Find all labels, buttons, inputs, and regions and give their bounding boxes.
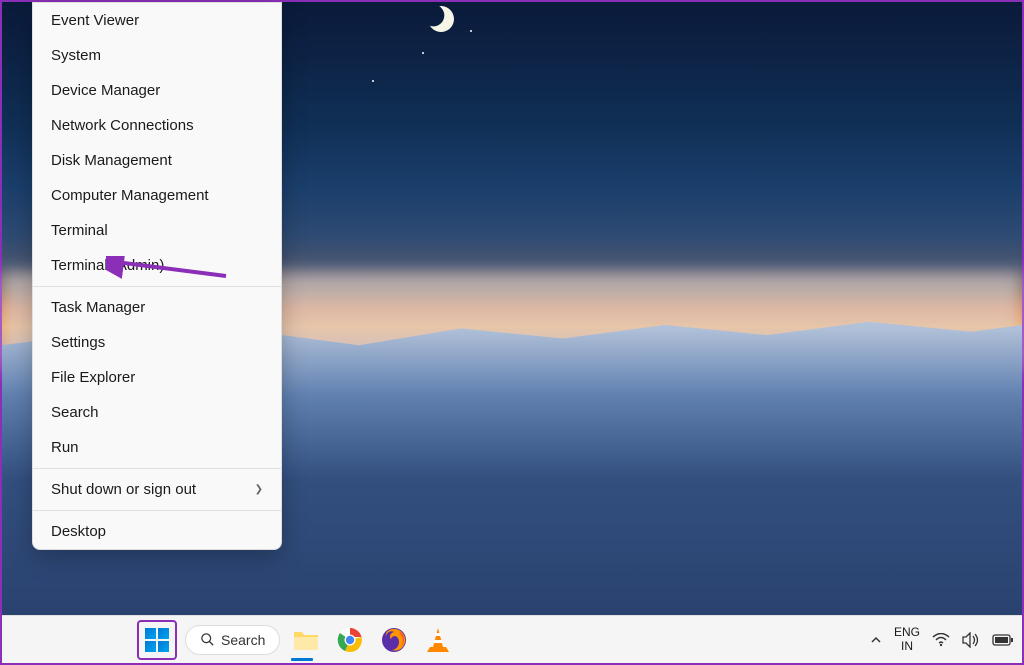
desktop-wallpaper[interactable]: Event Viewer System Device Manager Netwo… (2, 2, 1022, 615)
menu-label: File Explorer (51, 369, 135, 386)
star-decor (372, 80, 374, 82)
menu-separator (33, 510, 281, 511)
file-explorer-icon (292, 628, 320, 652)
menu-item-terminal[interactable]: Terminal (33, 213, 281, 248)
star-decor (422, 52, 424, 54)
star-decor (470, 30, 472, 32)
vlc-icon (426, 627, 450, 653)
search-icon (200, 632, 215, 647)
speaker-icon (962, 632, 980, 648)
taskbar: Search ENG IN (2, 615, 1022, 663)
menu-label: Desktop (51, 523, 106, 540)
menu-label: Shut down or sign out (51, 481, 196, 498)
search-label: Search (221, 632, 265, 648)
menu-label: System (51, 47, 101, 64)
menu-item-network-connections[interactable]: Network Connections (33, 108, 281, 143)
lang-primary: ENG (894, 626, 920, 639)
wifi-icon (932, 633, 950, 647)
menu-item-system[interactable]: System (33, 38, 281, 73)
menu-label: Run (51, 439, 79, 456)
menu-separator (33, 286, 281, 287)
menu-label: Network Connections (51, 117, 194, 134)
menu-item-file-explorer[interactable]: File Explorer (33, 360, 281, 395)
menu-label: Disk Management (51, 152, 172, 169)
battery-icon (992, 634, 1014, 646)
menu-item-disk-management[interactable]: Disk Management (33, 143, 281, 178)
menu-item-search[interactable]: Search (33, 395, 281, 430)
menu-item-task-manager[interactable]: Task Manager (33, 290, 281, 325)
windows-logo-icon (145, 628, 169, 652)
search-button[interactable]: Search (185, 625, 280, 655)
menu-item-settings[interactable]: Settings (33, 325, 281, 360)
menu-label: Terminal (51, 222, 108, 239)
volume-button[interactable] (962, 632, 980, 648)
annotation-arrow-icon (106, 256, 236, 286)
taskbar-chrome[interactable] (332, 622, 368, 658)
menu-item-event-viewer[interactable]: Event Viewer (33, 3, 281, 38)
lang-secondary: IN (901, 640, 913, 653)
taskbar-center: Search (137, 620, 456, 660)
start-button[interactable] (137, 620, 177, 660)
menu-label: Search (51, 404, 99, 421)
taskbar-file-explorer[interactable] (288, 622, 324, 658)
menu-label: Settings (51, 334, 105, 351)
menu-item-desktop[interactable]: Desktop (33, 514, 281, 549)
taskbar-vlc[interactable] (420, 622, 456, 658)
firefox-icon (381, 627, 407, 653)
menu-item-shutdown-signout[interactable]: Shut down or sign out ❯ (33, 472, 281, 507)
moon-decor (424, 2, 457, 35)
menu-label: Computer Management (51, 187, 209, 204)
chrome-icon (337, 627, 363, 653)
menu-label: Event Viewer (51, 12, 139, 29)
battery-button[interactable] (992, 634, 1014, 646)
active-indicator (291, 658, 313, 661)
menu-label: Task Manager (51, 299, 145, 316)
language-indicator[interactable]: ENG IN (894, 626, 920, 652)
menu-item-run[interactable]: Run (33, 430, 281, 465)
menu-item-computer-management[interactable]: Computer Management (33, 178, 281, 213)
menu-separator (33, 468, 281, 469)
chevron-right-icon: ❯ (255, 484, 263, 495)
wifi-button[interactable] (932, 633, 950, 647)
tray-overflow[interactable] (870, 634, 882, 646)
system-tray: ENG IN (870, 626, 1014, 652)
menu-label: Device Manager (51, 82, 160, 99)
menu-item-device-manager[interactable]: Device Manager (33, 73, 281, 108)
taskbar-firefox[interactable] (376, 622, 412, 658)
chevron-up-icon (870, 634, 882, 646)
